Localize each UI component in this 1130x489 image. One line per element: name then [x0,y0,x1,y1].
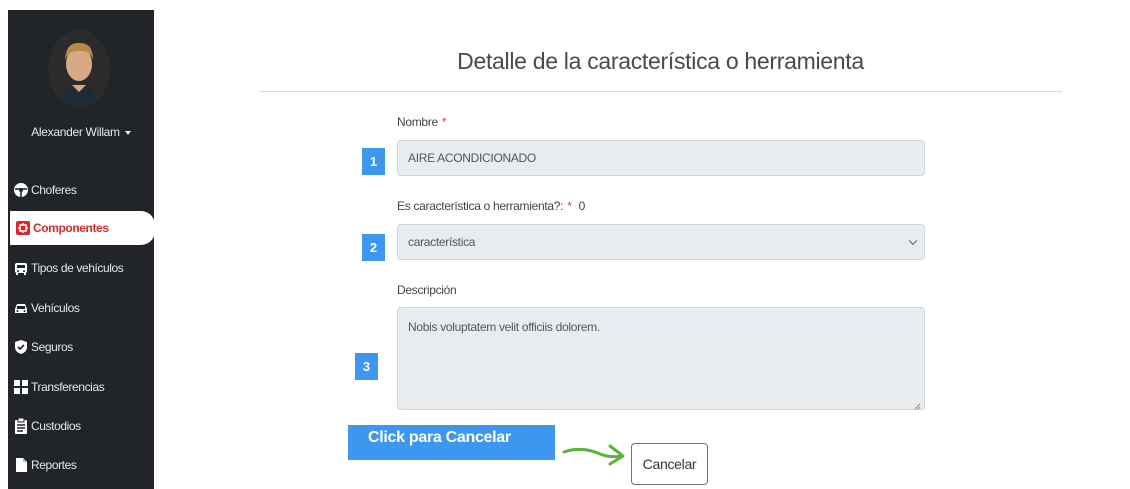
descripcion-label: Descripción [397,283,457,297]
clipboard-icon [12,417,30,435]
resize-grip-icon[interactable] [914,399,921,410]
nombre-field[interactable]: AIRE ACONDICIONADO [397,140,925,176]
tipo-selected-value: característica [408,235,476,249]
sidebar-item-transferencias[interactable]: Transferencias [8,370,154,404]
sidebar-item-componentes[interactable]: Componentes [10,211,155,245]
required-marker: * [567,199,572,213]
sidebar-item-label: Tipos de vehículos [31,261,124,275]
file-icon [12,456,30,474]
cancel-callout: Click para Cancelar [348,425,555,460]
descripcion-value: Nobis voluptatem velit officiis dolorem. [408,320,600,334]
sidebar-item-choferes[interactable]: Choferes [8,173,154,207]
sidebar-item-label: Seguros [31,340,73,354]
sidebar-item-label: Custodios [31,419,81,433]
tipo-label: Es característica o herramienta?: * 0 [397,199,585,213]
user-menu[interactable]: Alexander Willam [8,125,154,139]
tipo-select[interactable]: característica [397,224,925,260]
required-marker: * [441,115,447,129]
transfer-icon [12,378,30,396]
component-icon [14,219,32,237]
step-badge-1: 1 [362,148,385,175]
caret-down-icon [124,130,131,135]
chevron-down-icon [908,236,918,246]
sidebar-item-custodios[interactable]: Custodios [8,409,154,443]
bus-icon [12,259,30,277]
nombre-label-text: Nombre [397,115,438,129]
nombre-label: Nombre * [397,115,447,129]
car-icon [12,299,30,317]
sidebar-item-label: Vehículos [31,301,80,315]
nombre-value: AIRE ACONDICIONADO [408,151,536,165]
tipo-counter: 0 [578,199,586,213]
sidebar-item-seguros[interactable]: Seguros [8,330,154,364]
step-badge-3: 3 [355,353,378,380]
sidebar-item-label: Choferes [31,183,77,197]
user-name: Alexander Willam [31,125,120,139]
sidebar: Alexander Willam Choferes Componentes Ti… [8,10,155,489]
arrow-right-icon [562,444,625,466]
shield-check-icon [12,338,30,356]
avatar[interactable] [48,30,110,108]
title-divider [259,91,1062,92]
cancel-button[interactable]: Cancelar [631,443,708,485]
sidebar-item-reportes[interactable]: Reportes [8,448,154,482]
sidebar-item-tipos-de-vehiculos[interactable]: Tipos de vehículos [8,251,154,285]
step-badge-2: 2 [362,234,385,261]
steering-wheel-icon [12,181,30,199]
sidebar-item-label: Componentes [33,221,109,235]
sidebar-item-label: Transferencias [31,380,105,394]
page-title: Detalle de la característica o herramien… [457,48,864,74]
sidebar-item-vehiculos[interactable]: Vehículos [8,291,154,325]
tipo-label-text: Es característica o herramienta?: [397,199,564,213]
descripcion-textarea[interactable]: Nobis voluptatem velit officiis dolorem. [397,307,925,410]
sidebar-item-label: Reportes [31,458,77,472]
